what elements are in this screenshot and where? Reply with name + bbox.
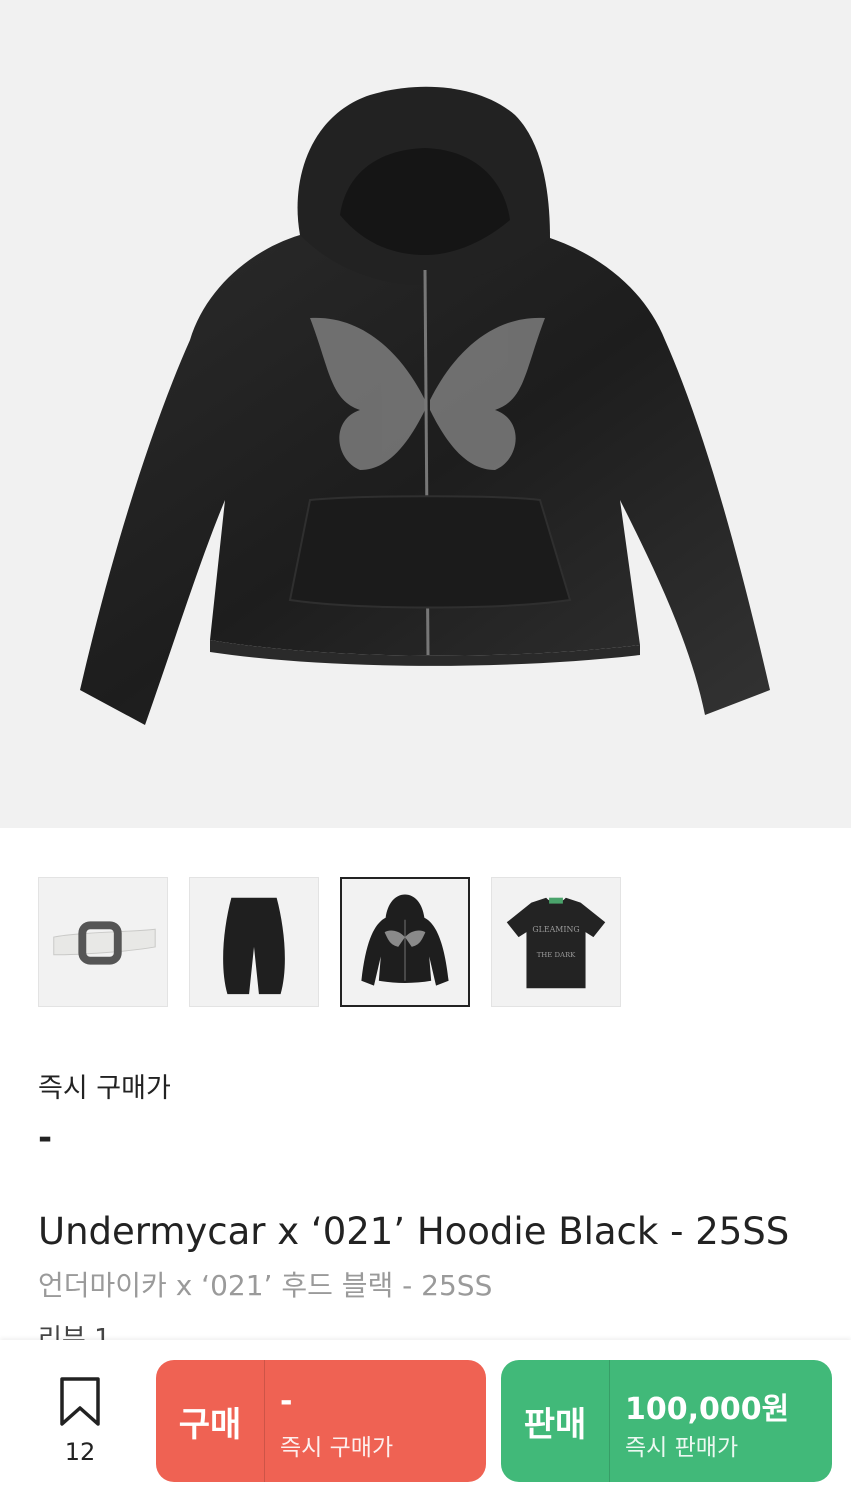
buy-button-divider: [264, 1360, 265, 1482]
product-image[interactable]: [0, 0, 851, 828]
bottom-action-bar: 12 구매 - 즉시 구매가 판매 100,000원 즉시 판매가: [0, 1340, 851, 1500]
thumbnail-tshirt[interactable]: GLEAMING THE DARK: [491, 877, 621, 1007]
thumbnail-hoodie[interactable]: [340, 877, 470, 1007]
instant-buy-price-value: -: [38, 1118, 53, 1158]
buy-button-sublabel: 즉시 구매가: [280, 1435, 394, 1461]
sell-button-sublabel: 즉시 판매가: [625, 1435, 739, 1461]
bookmark-button[interactable]: 12: [50, 1376, 110, 1466]
pants-thumbnail: [223, 897, 285, 995]
bookmark-icon: [60, 1377, 100, 1426]
buy-button[interactable]: 구매 - 즉시 구매가: [156, 1360, 486, 1482]
tshirt-thumbnail: GLEAMING THE DARK: [506, 897, 606, 989]
sell-button[interactable]: 판매 100,000원 즉시 판매가: [501, 1360, 832, 1482]
thumbnail-strip: GLEAMING THE DARK: [38, 877, 621, 1007]
belt-thumbnail: [53, 921, 156, 965]
sell-button-price: 100,000원: [625, 1392, 790, 1427]
instant-buy-price-label: 즉시 구매가: [38, 1073, 171, 1104]
svg-text:GLEAMING: GLEAMING: [532, 925, 579, 934]
buy-button-label: 구매: [178, 1404, 242, 1445]
thumbnail-belt[interactable]: [38, 877, 168, 1007]
hoodie-image: [80, 86, 770, 725]
product-title-english: Undermycar x ‘021’ Hoodie Black - 25SS: [38, 1210, 790, 1253]
sell-button-divider: [609, 1360, 610, 1482]
buy-button-price: -: [280, 1384, 293, 1419]
bookmark-count: 12: [64, 1438, 96, 1466]
thumbnail-pants[interactable]: [189, 877, 319, 1007]
product-title-korean: 언더마이카 x ‘021’ 후드 블랙 - 25SS: [38, 1269, 493, 1302]
sell-button-label: 판매: [523, 1404, 587, 1445]
svg-text:THE DARK: THE DARK: [537, 951, 576, 959]
hoodie-thumbnail: [361, 894, 449, 986]
